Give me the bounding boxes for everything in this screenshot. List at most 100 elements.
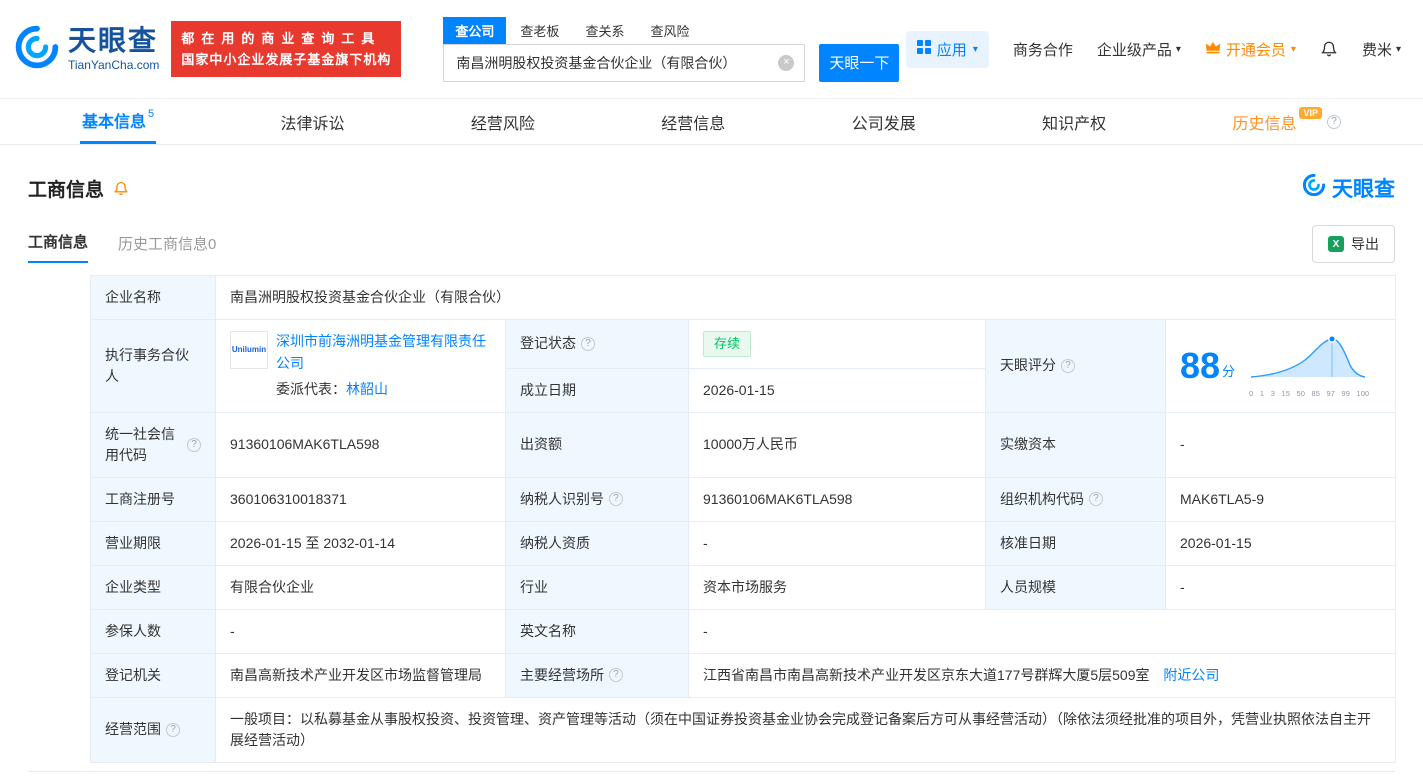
search-tab-risk[interactable]: 查风险 bbox=[638, 17, 701, 44]
subtab-history-business-info[interactable]: 历史工商信息0 bbox=[118, 233, 216, 263]
org-code-value: MAK6TLA5-9 bbox=[1166, 477, 1396, 521]
export-label: 导出 bbox=[1351, 234, 1379, 254]
company-section-nav: 基本信息 5 法律诉讼 经营风险 经营信息 公司发展 知识产权 历史信息 VIP… bbox=[0, 98, 1423, 145]
table-row: 统一社会信用代码 ? 91360106MAK6TLA598 出资额 10000万… bbox=[91, 412, 1396, 477]
business-address-cell: 江西省南昌市南昌高新技术产业开发区京东大道177号群辉大厦5层509室 附近公司 bbox=[689, 653, 1396, 697]
watermark-brand-label: 天眼查 bbox=[1332, 173, 1395, 203]
open-vip-button[interactable]: 开通会员 ▾ bbox=[1205, 39, 1296, 60]
main-content: 工商信息 天眼查 工商信息 历史工商信息0 X 导出 bbox=[0, 173, 1423, 783]
taxpayer-quality-value: - bbox=[689, 521, 986, 565]
delegate-label: 委派代表： bbox=[276, 381, 346, 397]
chevron-down-icon: ▾ bbox=[1291, 44, 1296, 55]
tab-count-badge: 5 bbox=[148, 108, 154, 120]
tianyancha-swirl-icon bbox=[1302, 173, 1326, 203]
slogan-banner: 都在用的商业查询工具 国家中小企业发展子基金旗下机构 bbox=[171, 21, 401, 78]
bottom-divider bbox=[28, 771, 1395, 783]
export-button[interactable]: X 导出 bbox=[1312, 225, 1395, 263]
user-menu[interactable]: 费米 ▾ bbox=[1362, 39, 1401, 60]
field-label: 经营范围 ? bbox=[91, 697, 216, 762]
search-tab-relation[interactable]: 查关系 bbox=[573, 17, 636, 44]
crown-icon bbox=[1205, 41, 1221, 58]
chevron-down-icon: ▾ bbox=[1176, 44, 1181, 55]
header-right-menu: 应用 ▾ 商务合作 企业级产品 ▾ 开通会员 ▾ 费米 bbox=[906, 31, 1401, 68]
apps-menu[interactable]: 应用 ▾ bbox=[906, 31, 989, 68]
partner-company-link[interactable]: 深圳市前海洲明基金管理有限责任公司 bbox=[276, 333, 486, 371]
score-axis-ticks: 0131550859799100 bbox=[1249, 388, 1369, 399]
delegate-link[interactable]: 林韶山 bbox=[346, 381, 388, 397]
paid-capital-value: - bbox=[1166, 412, 1396, 477]
search-box: × bbox=[443, 44, 805, 82]
excel-icon: X bbox=[1328, 236, 1344, 252]
notifications-bell-icon[interactable] bbox=[1320, 39, 1338, 59]
tab-company-development[interactable]: 公司发展 bbox=[850, 99, 918, 144]
search-tab-boss[interactable]: 查老板 bbox=[508, 17, 571, 44]
field-label: 参保人数 bbox=[91, 609, 216, 653]
business-address-value: 江西省南昌市南昌高新技术产业开发区京东大道177号群辉大厦5层509室 bbox=[703, 667, 1150, 683]
tab-operating-risk[interactable]: 经营风险 bbox=[469, 99, 537, 144]
subscribe-bell-icon[interactable] bbox=[113, 180, 129, 197]
search-tab-company[interactable]: 查公司 bbox=[443, 17, 506, 44]
credit-code-value: 91360106MAK6TLA598 bbox=[216, 412, 506, 477]
insured-count-value: - bbox=[216, 609, 506, 653]
field-label: 纳税人资质 bbox=[506, 521, 689, 565]
subtab-business-info[interactable]: 工商信息 bbox=[28, 231, 88, 263]
business-cooperation-link[interactable]: 商务合作 bbox=[1013, 39, 1073, 60]
help-icon[interactable]: ? bbox=[166, 723, 180, 737]
tab-label: 基本信息 bbox=[82, 108, 146, 132]
table-row: 登记机关 南昌高新技术产业开发区市场监督管理局 主要经营场所 ? 江西省南昌市南… bbox=[91, 653, 1396, 697]
executive-partner-cell: Unilumin 深圳市前海洲明基金管理有限责任公司 委派代表：林韶山 bbox=[216, 320, 506, 413]
field-label: 营业期限 bbox=[91, 521, 216, 565]
help-icon[interactable]: ? bbox=[609, 668, 623, 682]
taxpayer-id-value: 91360106MAK6TLA598 bbox=[689, 477, 986, 521]
tab-label: 经营信息 bbox=[661, 110, 725, 134]
field-label: 成立日期 bbox=[506, 368, 689, 412]
field-label: 组织机构代码 ? bbox=[986, 477, 1166, 521]
search-input[interactable] bbox=[454, 54, 778, 72]
industry-value: 资本市场服务 bbox=[689, 565, 986, 609]
field-label: 企业类型 bbox=[91, 565, 216, 609]
tab-label: 经营风险 bbox=[471, 110, 535, 134]
field-label: 天眼评分 ? bbox=[986, 320, 1166, 413]
tab-legal-proceedings[interactable]: 法律诉讼 bbox=[279, 99, 347, 144]
field-label: 纳税人识别号 ? bbox=[506, 477, 689, 521]
table-row: 参保人数 - 英文名称 - bbox=[91, 609, 1396, 653]
help-icon[interactable]: ? bbox=[581, 337, 595, 351]
section-title: 工商信息 bbox=[28, 175, 104, 202]
subtab-label: 历史工商信息 bbox=[118, 236, 208, 253]
section-header: 工商信息 天眼查 bbox=[28, 173, 1395, 203]
tab-label: 公司发展 bbox=[852, 110, 916, 134]
company-name-value: 南昌洲明股权投资基金合伙企业（有限合伙） bbox=[216, 276, 1396, 320]
field-label: 人员规模 bbox=[986, 565, 1166, 609]
field-label: 出资额 bbox=[506, 412, 689, 477]
field-label: 统一社会信用代码 ? bbox=[91, 412, 216, 477]
help-icon[interactable]: ? bbox=[1327, 115, 1341, 129]
tianyancha-logo[interactable]: 天眼查 TianYanCha.com bbox=[14, 24, 159, 75]
tab-intellectual-property[interactable]: 知识产权 bbox=[1040, 99, 1108, 144]
vip-badge: VIP bbox=[1299, 107, 1322, 119]
company-type-value: 有限合伙企业 bbox=[216, 565, 506, 609]
help-icon[interactable]: ? bbox=[609, 492, 623, 506]
table-row: 工商注册号 360106310018371 纳税人识别号 ? 91360106M… bbox=[91, 477, 1396, 521]
status-badge: 存续 bbox=[703, 331, 751, 357]
tab-label: 知识产权 bbox=[1042, 110, 1106, 134]
tab-basic-info[interactable]: 基本信息 5 bbox=[80, 99, 156, 144]
help-icon[interactable]: ? bbox=[1061, 359, 1075, 373]
top-header: 天眼查 TianYanCha.com 都在用的商业查询工具 国家中小企业发展子基… bbox=[0, 0, 1423, 98]
search-button[interactable]: 天眼一下 bbox=[819, 44, 899, 82]
tab-operating-info[interactable]: 经营信息 bbox=[659, 99, 727, 144]
enterprise-products-menu[interactable]: 企业级产品 ▾ bbox=[1097, 39, 1181, 60]
help-icon[interactable]: ? bbox=[1089, 492, 1103, 506]
clear-search-icon[interactable]: × bbox=[778, 55, 794, 71]
field-label: 企业名称 bbox=[91, 276, 216, 320]
field-label: 主要经营场所 ? bbox=[506, 653, 689, 697]
tab-label: 历史信息 bbox=[1232, 110, 1296, 134]
table-row: 执行事务合伙人 Unilumin 深圳市前海洲明基金管理有限责任公司 委派代表：… bbox=[91, 320, 1396, 369]
tab-history-info[interactable]: 历史信息 VIP ? bbox=[1230, 99, 1343, 144]
table-row: 企业名称 南昌洲明股权投资基金合伙企业（有限合伙） bbox=[91, 276, 1396, 320]
slogan-line1: 都在用的商业查询工具 bbox=[181, 28, 391, 49]
nearby-companies-link[interactable]: 附近公司 bbox=[1163, 667, 1219, 683]
watermark-brand: 天眼查 bbox=[1302, 173, 1395, 203]
reg-authority-value: 南昌高新技术产业开发区市场监督管理局 bbox=[216, 653, 506, 697]
help-icon[interactable]: ? bbox=[187, 438, 201, 452]
tianyan-score-cell: 88 分 0131 bbox=[1166, 320, 1396, 413]
